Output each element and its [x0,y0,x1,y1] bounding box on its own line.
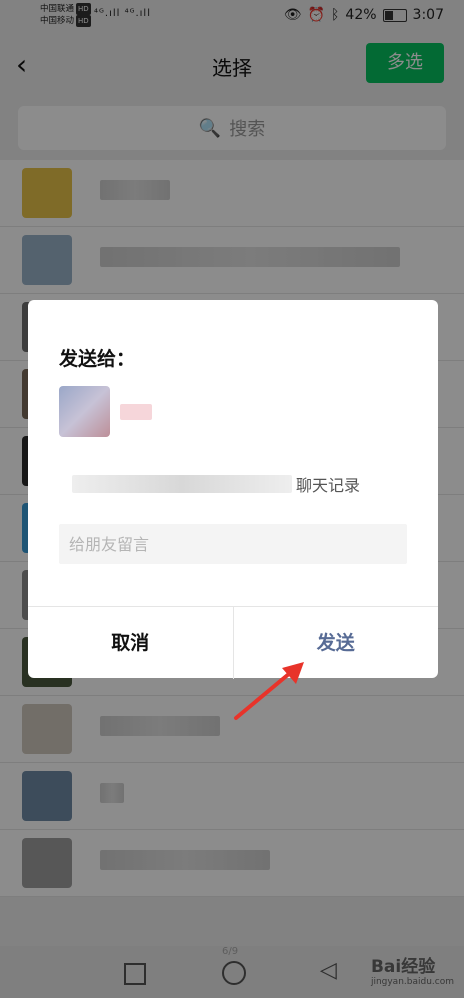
dialog-title: 发送给： [59,348,136,370]
recipient-name-blurred [120,404,152,420]
recipient-avatar [59,386,110,437]
chat-record-label: 聊天记录 [296,476,361,495]
send-dialog: 发送给： 聊天记录 取消 发送 [28,300,438,679]
cancel-button[interactable]: 取消 [28,607,234,679]
chat-record-blurred [72,475,292,493]
message-input[interactable] [59,524,407,564]
annotation-arrow-icon [234,662,304,720]
